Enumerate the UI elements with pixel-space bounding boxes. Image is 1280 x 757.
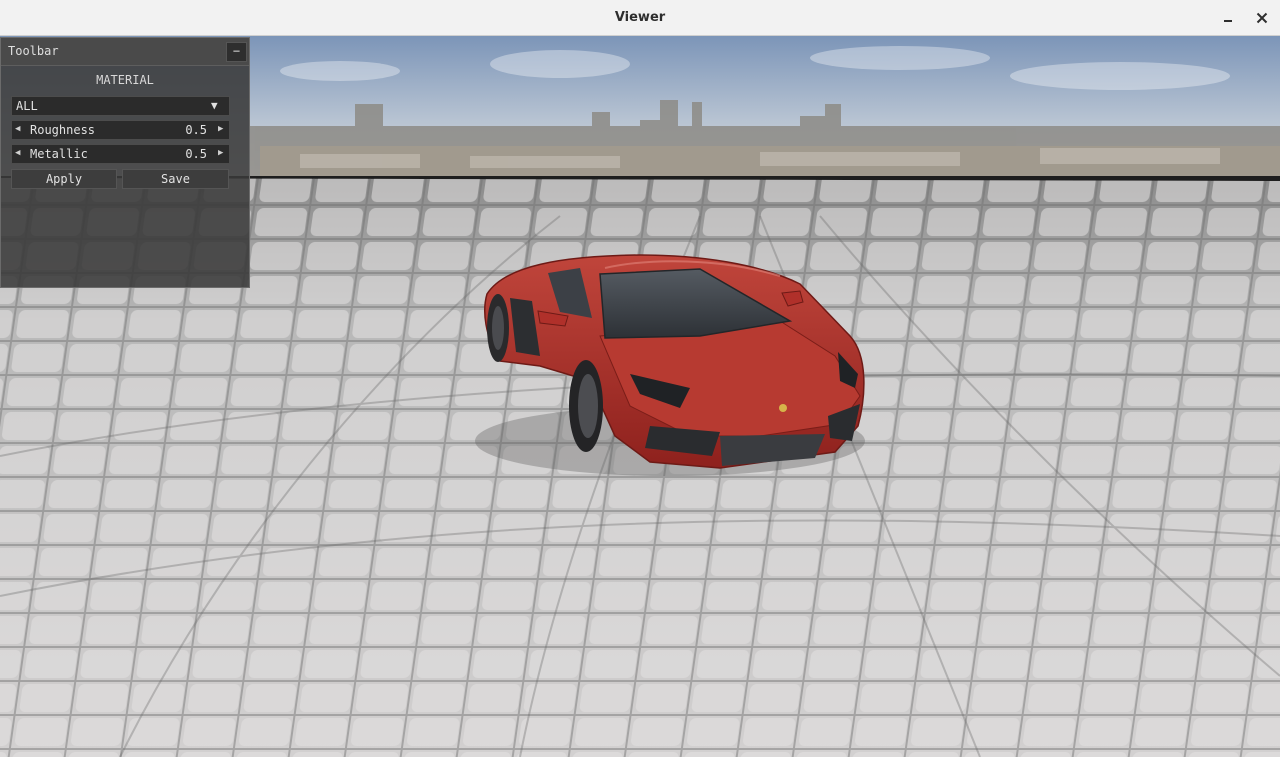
toolbar-title: Toolbar [8, 44, 59, 58]
save-button[interactable]: Save [122, 169, 229, 189]
toolbar-header[interactable]: Toolbar − [1, 38, 249, 66]
roughness-label: Roughness [30, 123, 96, 137]
roughness-slider[interactable]: ◀ Roughness 0.5 ▶ [11, 120, 230, 140]
viewer-window: Viewer Toolbar − MATERIAL ALL ▼ ◀ Roughn… [0, 0, 1280, 757]
toolbar-panel: Toolbar − MATERIAL ALL ▼ ◀ Roughness 0.5… [0, 37, 250, 288]
increment-icon[interactable]: ▶ [218, 124, 223, 134]
minimize-button[interactable] [1218, 8, 1238, 28]
metallic-label: Metallic [30, 147, 88, 161]
collapse-icon: − [232, 44, 241, 58]
material-section-label: MATERIAL [96, 73, 154, 87]
chevron-down-icon: ▼ [211, 99, 218, 112]
roughness-value: 0.5 [185, 123, 207, 137]
collapse-button[interactable]: − [226, 42, 247, 62]
window-title: Viewer [614, 10, 666, 25]
close-icon [1256, 12, 1268, 24]
metallic-slider[interactable]: ◀ Metallic 0.5 ▶ [11, 144, 230, 164]
close-button[interactable] [1252, 8, 1272, 28]
decrement-icon[interactable]: ◀ [15, 124, 20, 134]
title-bar[interactable]: Viewer [0, 0, 1280, 36]
apply-button[interactable]: Apply [11, 169, 117, 189]
material-select-value: ALL [16, 99, 38, 113]
material-select[interactable]: ALL ▼ [11, 96, 230, 116]
increment-icon[interactable]: ▶ [218, 148, 223, 158]
decrement-icon[interactable]: ◀ [15, 148, 20, 158]
minimize-icon [1224, 20, 1232, 22]
metallic-value: 0.5 [185, 147, 207, 161]
